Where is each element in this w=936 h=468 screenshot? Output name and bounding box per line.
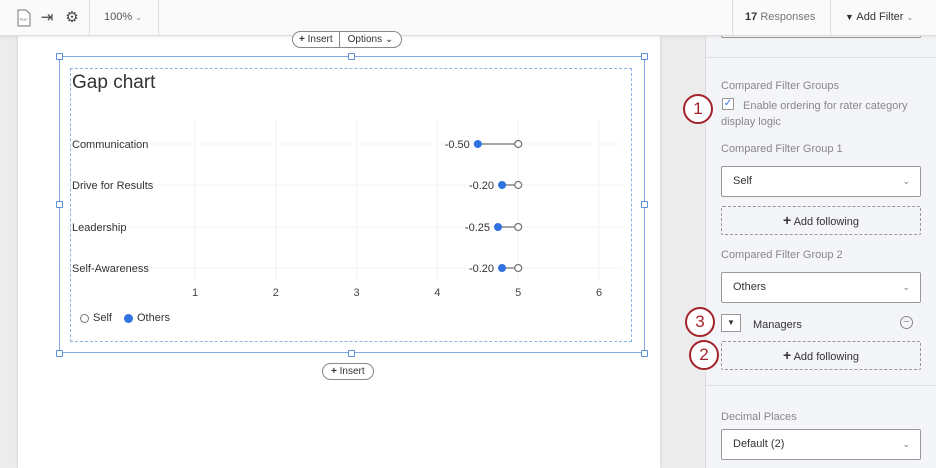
decimal-places-label: Decimal Places [721, 411, 797, 423]
chart-title: Gap chart [72, 72, 156, 93]
group2-label: Compared Filter Group 2 [721, 249, 843, 261]
x-tick-label: 5 [515, 287, 521, 299]
divider [158, 0, 159, 36]
resize-handle[interactable] [348, 53, 355, 60]
callout-2: 2 [689, 340, 719, 370]
self-point [514, 139, 523, 149]
add-following-button-1[interactable]: + Add following [721, 206, 921, 235]
others-point [494, 223, 502, 231]
remove-icon[interactable]: – [900, 316, 913, 329]
x-tick-label: 6 [596, 287, 602, 299]
resize-handle[interactable] [56, 350, 63, 357]
x-tick-label: 1 [192, 287, 198, 299]
options-dropdown[interactable]: Options ⌄ [340, 32, 402, 47]
category-label: Leadership [72, 222, 126, 234]
x-tick-label: 3 [354, 287, 360, 299]
resize-handle[interactable] [641, 201, 648, 208]
others-point [498, 264, 507, 272]
gap-value-label: -0.20 [469, 263, 494, 275]
add-following-button-2[interactable]: + Add following [721, 341, 921, 370]
divider [706, 57, 936, 58]
add-filter-button[interactable]: ▼ Add Filter ⌄ [845, 11, 913, 23]
others-point [473, 140, 482, 148]
group2-select[interactable]: Others ⌄ [721, 272, 921, 303]
filter-toggle-button[interactable]: ▼ [721, 314, 741, 332]
gap-value-label: -0.20 [469, 180, 494, 192]
group1-label: Compared Filter Group 1 [721, 143, 843, 155]
enable-ordering-label: Enable ordering for rater category displ… [721, 100, 908, 128]
legend-self[interactable]: Self [93, 312, 112, 324]
category-label: Drive for Results [72, 180, 154, 192]
others-point [498, 181, 507, 189]
gap-value-label: -0.25 [465, 222, 490, 234]
insert-button[interactable]: + Insert [293, 32, 340, 47]
zoom-value: 100% [104, 11, 133, 23]
toolbar: PDF ⇥ ⚙ 100% ⌄ 17 Responses ▼ Add Filter… [0, 0, 936, 36]
svg-text:PDF: PDF [20, 17, 29, 22]
x-tick-label: 4 [434, 287, 440, 299]
responses-count: 17 Responses [745, 11, 816, 23]
category-label: Communication [72, 139, 148, 151]
export-icon[interactable]: ⇥ [38, 9, 56, 27]
resize-handle[interactable] [641, 53, 648, 60]
x-tick-label: 2 [273, 287, 279, 299]
settings-panel: Compared Filter Groups ✓ Enable ordering… [705, 26, 936, 468]
insert-below-button[interactable]: + Insert [322, 363, 374, 380]
legend-others[interactable]: Others [137, 312, 170, 324]
resize-handle[interactable] [348, 350, 355, 357]
filter-icon: ▼ [845, 12, 854, 22]
compared-filter-groups-heading: Compared Filter Groups [721, 80, 839, 92]
widget-toolbar: + Insert Options ⌄ [292, 31, 403, 48]
divider [830, 0, 831, 36]
legend-self-marker [80, 313, 89, 323]
managers-filter: Managers [753, 319, 802, 331]
category-label: Self-Awareness [72, 263, 149, 275]
self-point [514, 263, 523, 273]
divider [732, 0, 733, 36]
zoom-dropdown[interactable]: 100% ⌄ [104, 11, 142, 23]
self-point [514, 222, 523, 232]
pdf-icon[interactable]: PDF [15, 9, 33, 27]
divider [89, 0, 90, 36]
self-point [514, 180, 523, 190]
gear-icon[interactable]: ⚙ [63, 9, 81, 27]
chart-legend: Self Others [80, 312, 170, 324]
legend-others-marker [123, 313, 133, 323]
gap-chart: 1 2 3 4 5 6 Communication -0.50 Drive for Result… [62, 120, 622, 299]
divider [706, 385, 936, 386]
resize-handle[interactable] [56, 53, 63, 60]
callout-3: 3 [685, 307, 715, 337]
decimal-places-select[interactable]: Default (2) ⌄ [721, 429, 921, 460]
callout-1: 1 [683, 94, 713, 124]
gap-value-label: -0.50 [445, 139, 470, 151]
resize-handle[interactable] [641, 350, 648, 357]
group1-select[interactable]: Self ⌄ [721, 166, 921, 197]
